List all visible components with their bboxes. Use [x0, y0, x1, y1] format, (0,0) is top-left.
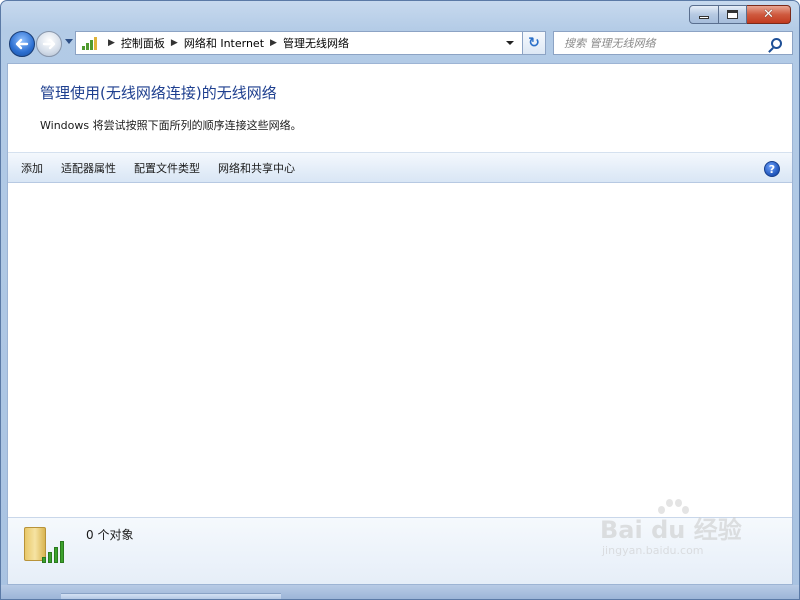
wireless-networks-folder-icon	[24, 523, 68, 563]
forward-button[interactable]	[36, 31, 62, 57]
item-count: 0 个对象	[86, 528, 134, 542]
details-pane: 0 个对象	[8, 517, 792, 584]
address-bar[interactable]: ▶ 控制面板 ▶ 网络和 Internet ▶ 管理无线网络	[75, 31, 523, 55]
maximize-button[interactable]	[719, 5, 747, 24]
arrow-right-icon	[42, 38, 56, 50]
taskbar-sliver	[61, 593, 281, 599]
back-button[interactable]	[9, 31, 35, 57]
address-dropdown-icon[interactable]	[506, 41, 514, 45]
breadcrumb-network-internet[interactable]: 网络和 Internet	[184, 35, 264, 51]
close-icon: ✕	[763, 7, 774, 22]
header-pane: 管理使用(无线网络连接)的无线网络 Windows 将尝试按照下面所列的顺序连接…	[8, 64, 792, 152]
minimize-button[interactable]	[689, 5, 719, 24]
page-description: Windows 将尝试按照下面所列的顺序连接这些网络。	[40, 119, 302, 132]
content-pane: 管理使用(无线网络连接)的无线网络 Windows 将尝试按照下面所列的顺序连接…	[7, 63, 793, 585]
breadcrumb-control-panel[interactable]: 控制面板	[121, 35, 165, 51]
maximize-icon	[727, 10, 738, 19]
search-icon[interactable]	[771, 37, 782, 49]
explorer-window: ✕ ▶ 控制面板 ▶ 网络和 Internet ▶ 管理无线网络 ↻ 搜索 管理…	[0, 0, 800, 600]
caption-buttons: ✕	[689, 5, 791, 24]
adapter-properties-button[interactable]: 适配器属性	[52, 153, 125, 182]
network-sharing-center-button[interactable]: 网络和共享中心	[209, 153, 304, 182]
refresh-button[interactable]: ↻	[522, 31, 546, 55]
arrow-left-icon	[15, 38, 29, 50]
add-button[interactable]: 添加	[8, 153, 52, 182]
window-bottom-frame	[1, 585, 799, 599]
minimize-icon	[699, 16, 709, 19]
close-button[interactable]: ✕	[747, 5, 791, 24]
command-bar: 添加 适配器属性 配置文件类型 网络和共享中心 ?	[8, 152, 792, 183]
profile-types-button[interactable]: 配置文件类型	[125, 153, 209, 182]
refresh-icon: ↻	[528, 35, 540, 51]
search-input[interactable]	[562, 35, 771, 51]
help-icon: ?	[768, 162, 776, 176]
breadcrumb-separator[interactable]: ▶	[108, 38, 115, 48]
network-list[interactable]	[8, 184, 792, 517]
recent-pages-dropdown[interactable]	[65, 39, 73, 44]
page-title: 管理使用(无线网络连接)的无线网络	[40, 84, 277, 102]
help-button[interactable]: ?	[764, 161, 780, 177]
search-box[interactable]	[553, 31, 793, 55]
navigation-bar: ▶ 控制面板 ▶ 网络和 Internet ▶ 管理无线网络 ↻	[7, 29, 793, 57]
breadcrumb-separator[interactable]: ▶	[270, 38, 277, 48]
breadcrumb-manage-wireless[interactable]: 管理无线网络	[283, 35, 349, 51]
network-bars-icon	[80, 35, 98, 51]
breadcrumb-separator[interactable]: ▶	[171, 38, 178, 48]
